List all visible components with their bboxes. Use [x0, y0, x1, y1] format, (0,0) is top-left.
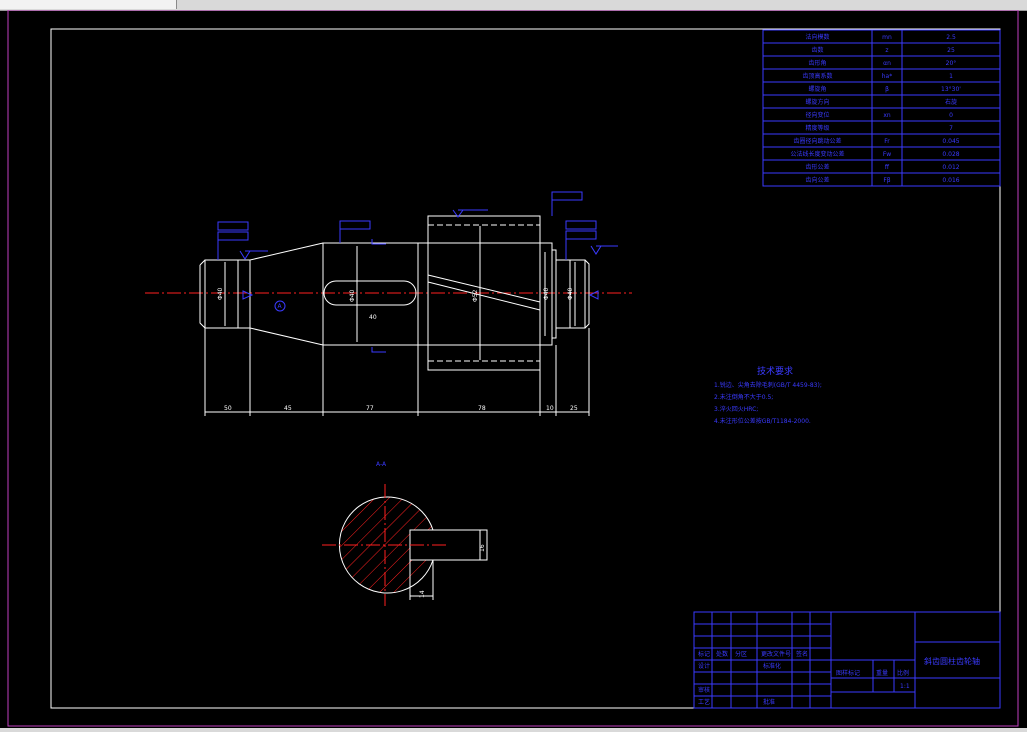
dim-diameter-1: Φ40	[217, 287, 224, 300]
dim-diameter-4: Φ40	[543, 287, 550, 300]
gear-table-cell: Fw	[883, 151, 891, 158]
gear-parameter-table: 法向模数 mn 2.5 齿数 z 25 齿形角 αn 20° 齿顶高系数 ha* 1 螺旋角 β 13°30…	[762, 29, 1001, 187]
dim-length-6: 25	[570, 405, 578, 412]
requirement-2: 2.未注倒角不大于0.5;	[714, 393, 773, 401]
tb-label-7: 审核	[698, 686, 710, 694]
gear-table-cell: 7	[949, 125, 953, 132]
tb-label-5: 签名	[796, 650, 808, 658]
drawing-canvas[interactable]: 法向模数 mn 2.5 齿数 z 25 齿形角 αn 20° 齿顶高系数 ha* 1 螺旋角 β 13°30…	[0, 10, 1027, 728]
gear-table-cell: 2.5	[946, 34, 956, 41]
gear-table-cell: Fβ	[883, 177, 890, 184]
tb-label-6: 设计	[698, 662, 710, 670]
gear-table-cell: 0.016	[942, 177, 959, 184]
dim-diameter-2: Φ40	[349, 289, 356, 302]
gear-table-cell: xn	[883, 112, 891, 119]
dim-length-5: 10	[546, 405, 554, 412]
title-block-ratio: 1:1	[900, 683, 910, 690]
gear-table-cell: 螺旋角	[808, 85, 826, 93]
dim-section-keyway: 14	[419, 590, 426, 598]
dim-length-3: 77	[366, 405, 374, 412]
gear-table-cell: β	[885, 86, 889, 93]
tb-label-2: 处数	[716, 650, 728, 658]
gear-table-cell: 齿形角	[808, 59, 826, 67]
tb-label-4: 更改文件号	[761, 650, 791, 658]
tb-label-3: 分区	[735, 650, 747, 658]
gear-table-cell: αn	[883, 60, 891, 67]
status-bar	[0, 728, 1027, 732]
gear-table-cell: 公法线长度变动公差	[790, 150, 844, 158]
tb-label-8: 工艺	[698, 698, 710, 706]
requirement-4: 4.未注形位公差按GB/T1184-2000.	[714, 417, 811, 425]
gear-table-cell: 0	[949, 112, 953, 119]
gear-table-cell: 0.028	[942, 151, 959, 158]
gear-table-cell: 1	[949, 73, 953, 80]
section-a-a-view: A-A 16 14	[322, 461, 488, 606]
requirement-1: 1.锐边、尖角去除毛刺(GB/T 4459-83);	[714, 381, 822, 389]
gear-table-cell: ff	[885, 164, 890, 171]
technical-requirements: 技术要求 1.锐边、尖角去除毛刺(GB/T 4459-83); 2.未注倒角不大…	[714, 365, 822, 425]
dim-diameter-5: Φ40	[567, 287, 574, 300]
requirements-title: 技术要求	[757, 365, 793, 377]
gear-table-cell: 20°	[946, 60, 957, 67]
tb-label-11: 图样标记	[836, 669, 860, 677]
gear-table-cell: 0.012	[942, 164, 959, 171]
gear-table-cell: 齿圈径向跳动公差	[793, 137, 841, 145]
datum-a-label: A	[278, 303, 283, 310]
gear-table-cell: 右旋	[945, 98, 957, 106]
tb-label-1: 标记	[698, 650, 710, 658]
tb-label-12: 重量	[876, 669, 888, 677]
gear-table-cell: 径向变位	[805, 111, 829, 119]
gear-table-cell: 13°30'	[941, 86, 961, 93]
gear-table-cell: 25	[947, 47, 955, 54]
gear-table-cell: 0.045	[942, 138, 959, 145]
tb-label-13: 比例	[897, 669, 909, 677]
gear-table-cell: 法向模数	[805, 33, 829, 41]
dim-length-2: 45	[284, 405, 292, 412]
dim-diameter-3: Φ52	[472, 289, 479, 302]
length-dimensions: 50 45 77 78 10 25	[204, 328, 590, 416]
gear-table-cell: 齿顶高系数	[802, 72, 832, 80]
tb-label-9: 标准化	[763, 662, 781, 670]
requirement-3: 3.淬火回火HRC;	[714, 405, 758, 413]
dim-key-width: 40	[369, 314, 377, 321]
dim-length-4: 78	[478, 405, 486, 412]
section-label: A-A	[376, 461, 387, 468]
gear-table-cell: 齿向公差	[805, 176, 829, 184]
gear-table-cell: 齿形公差	[805, 163, 829, 171]
shaft-main-view: A Φ40 Φ40 Φ52 Φ40 Φ40 40 50 45 77 78 10 …	[145, 191, 632, 416]
gear-table-cell: 齿数	[811, 46, 823, 54]
title-block-name: 斜齿圆柱齿轮轴	[924, 656, 980, 666]
gear-table-cell: mn	[882, 34, 892, 41]
tb-label-10: 批准	[763, 698, 775, 706]
gear-table-cell: Fr	[884, 138, 890, 145]
gear-table-cell: ha*	[882, 73, 892, 80]
outer-frame	[7, 10, 1019, 727]
gear-table-cell: 螺旋方向	[805, 98, 829, 106]
inner-frame	[50, 28, 1001, 709]
title-block: 斜齿圆柱齿轮轴 1:1 标记 处数 分区 更改文件号 签名 设计 审核 工艺 标…	[693, 611, 1001, 709]
gear-table-cell: 精度等级	[805, 124, 829, 132]
dim-key-depth: 16	[479, 544, 486, 552]
gear-table-cell: z	[885, 47, 888, 54]
dim-length-1: 50	[224, 405, 232, 412]
document-tab[interactable]	[0, 0, 177, 9]
